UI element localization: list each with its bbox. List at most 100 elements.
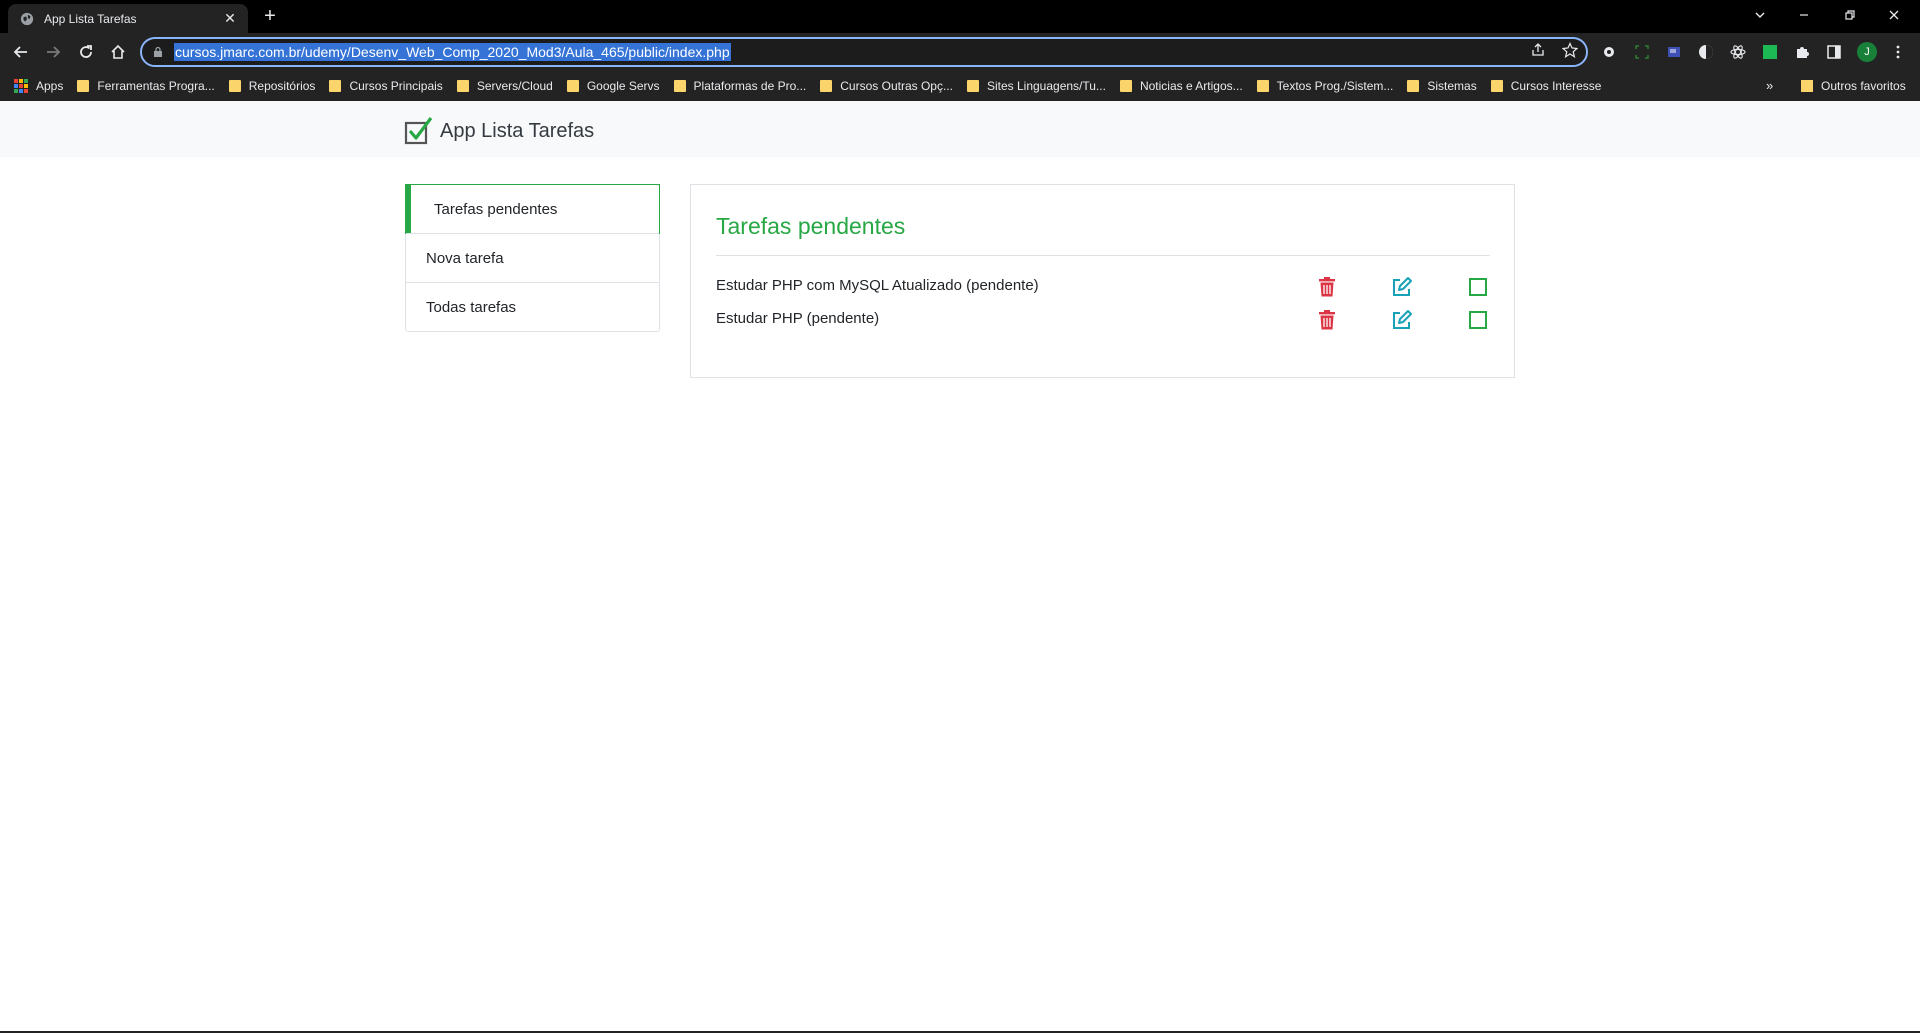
folder-icon [329, 80, 342, 92]
bookmark-label: Noticias e Artigos... [1139, 79, 1243, 93]
task-row: Estudar PHP (pendente) [716, 306, 1490, 334]
new-tab-button[interactable]: + [258, 4, 282, 28]
sidebar-item-nova-tarefa[interactable]: Nova tarefa [406, 233, 659, 282]
bookmark-folder[interactable]: Cursos Outras Opç... [820, 79, 953, 93]
checkbox-logo-icon [404, 117, 433, 145]
folder-icon [228, 80, 241, 92]
bookmark-label: Servers/Cloud [476, 79, 553, 93]
folder-icon [566, 80, 579, 92]
bookmark-folder[interactable]: Repositórios [228, 79, 315, 93]
gear-extension-icon[interactable] [1601, 44, 1617, 60]
folder-icon [966, 80, 979, 92]
folder-icon [1801, 80, 1813, 92]
browser-toolbar: cursos.jmarc.com.br/udemy/Desenv_Web_Com… [0, 33, 1920, 71]
reload-button[interactable] [74, 40, 98, 64]
divider [716, 255, 1490, 256]
edit-task-button[interactable] [1390, 308, 1414, 332]
bookmark-folder[interactable]: Cursos Interesse [1490, 79, 1602, 93]
green-square-extension-icon[interactable] [1762, 44, 1778, 60]
sidebar-item-tarefas-pendentes[interactable]: Tarefas pendentes [405, 184, 660, 234]
globe-icon [20, 12, 34, 25]
brand-title: App Lista Tarefas [440, 119, 595, 142]
sidebar-item-todas-tarefas[interactable]: Todas tarefas [406, 282, 659, 331]
back-button[interactable] [9, 40, 33, 64]
address-bar-url[interactable]: cursos.jmarc.com.br/udemy/Desenv_Web_Com… [174, 43, 731, 61]
trash-icon [1319, 277, 1335, 297]
reload-icon [80, 45, 92, 58]
bookmark-folder[interactable]: Servers/Cloud [456, 79, 553, 93]
delete-task-button[interactable] [1315, 275, 1339, 299]
bookmark-label: Cursos Outras Opç... [840, 79, 953, 93]
restore-icon [1845, 10, 1855, 20]
bookmark-label: Textos Prog./Sistem... [1276, 79, 1394, 93]
delete-task-button[interactable] [1315, 308, 1339, 332]
page-title: Tarefas pendentes [716, 213, 906, 239]
arrow-left-icon [13, 46, 27, 58]
bookmarks-overflow-button[interactable]: » [1766, 78, 1773, 93]
sidebar-menu: Tarefas pendentes Nova tarefa Todas tare… [405, 184, 660, 332]
bookmark-folder[interactable]: Noticias e Artigos... [1119, 79, 1243, 93]
close-window-button[interactable] [1872, 0, 1916, 30]
puzzle-icon[interactable] [1794, 44, 1810, 60]
tasks-panel: Tarefas pendentes Estudar PHP com MySQL … [690, 184, 1515, 378]
bookmark-label: Cursos Interesse [1510, 79, 1602, 93]
folder-icon [1407, 80, 1420, 92]
bookmark-folder[interactable]: Sistemas [1407, 79, 1477, 93]
task-text: Estudar PHP (pendente) [716, 310, 880, 327]
browser-tab[interactable]: App Lista Tarefas ✕ [8, 4, 248, 33]
bookmark-label: Plataformas de Pro... [693, 79, 807, 93]
bookmarks-bar: Apps Ferramentas Progra... Repositórios … [0, 71, 1920, 101]
bookmark-folder[interactable]: Sites Linguagens/Tu... [966, 79, 1106, 93]
tab-search-button[interactable] [1738, 0, 1782, 30]
folder-icon [820, 80, 833, 92]
star-icon[interactable] [1562, 42, 1578, 58]
other-bookmarks[interactable]: Outros favoritos [1801, 71, 1906, 101]
task-row: Estudar PHP com MySQL Atualizado (penden… [716, 273, 1490, 301]
address-bar[interactable]: cursos.jmarc.com.br/udemy/Desenv_Web_Com… [140, 37, 1588, 67]
checkbox-icon [1469, 311, 1487, 329]
share-icon[interactable] [1530, 42, 1546, 58]
browser-tab-bar: App Lista Tarefas ✕ + [0, 0, 1920, 33]
screenshot-extension-icon[interactable] [1634, 44, 1650, 60]
bookmark-label: Cursos Principais [349, 79, 443, 93]
edit-icon [1393, 277, 1412, 296]
bookmark-folder[interactable]: Ferramentas Progra... [77, 79, 215, 93]
minimize-button[interactable] [1782, 0, 1826, 30]
brand[interactable]: App Lista Tarefas [404, 116, 594, 146]
home-button[interactable] [106, 40, 130, 64]
task-text: Estudar PHP com MySQL Atualizado (penden… [716, 277, 1039, 294]
site-header: App Lista Tarefas [0, 101, 1920, 157]
apps-grid-icon [14, 79, 28, 93]
minimize-icon [1800, 14, 1808, 16]
edit-icon [1393, 310, 1412, 329]
kebab-menu-icon[interactable] [1890, 44, 1906, 60]
sidebar-item-label: Todas tarefas [426, 298, 517, 316]
other-bookmarks-label: Outros favoritos [1821, 79, 1906, 93]
folder-icon [1119, 80, 1132, 92]
bookmark-apps[interactable]: Apps [14, 79, 63, 93]
edit-task-button[interactable] [1390, 275, 1414, 299]
bookmark-label: Apps [36, 79, 64, 93]
sidebar-item-label: Tarefas pendentes [434, 200, 558, 218]
bookmark-label: Sites Linguagens/Tu... [986, 79, 1106, 93]
forward-button[interactable] [41, 40, 65, 64]
contrast-extension-icon[interactable] [1698, 44, 1714, 60]
restore-button[interactable] [1828, 0, 1872, 30]
bookmark-folder[interactable]: Google Servs [566, 79, 660, 93]
complete-task-checkbox[interactable] [1466, 308, 1490, 332]
window-extension-icon[interactable] [1666, 44, 1682, 60]
bookmark-folder[interactable]: Plataformas de Pro... [673, 79, 807, 93]
side-panel-icon[interactable] [1826, 44, 1842, 60]
profile-avatar[interactable]: J [1857, 42, 1877, 62]
complete-task-checkbox[interactable] [1466, 275, 1490, 299]
chevron-down-icon [1755, 12, 1765, 18]
checkbox-icon [1469, 278, 1487, 296]
folder-icon [1490, 80, 1503, 92]
react-extension-icon[interactable] [1730, 44, 1746, 60]
tab-title: App Lista Tarefas [44, 11, 137, 26]
tab-close-icon[interactable]: ✕ [220, 10, 240, 27]
bookmark-folder[interactable]: Cursos Principais [329, 79, 443, 93]
bookmark-folder[interactable]: Textos Prog./Sistem... [1256, 79, 1394, 93]
folder-icon [77, 80, 90, 92]
folder-icon [1256, 80, 1269, 92]
